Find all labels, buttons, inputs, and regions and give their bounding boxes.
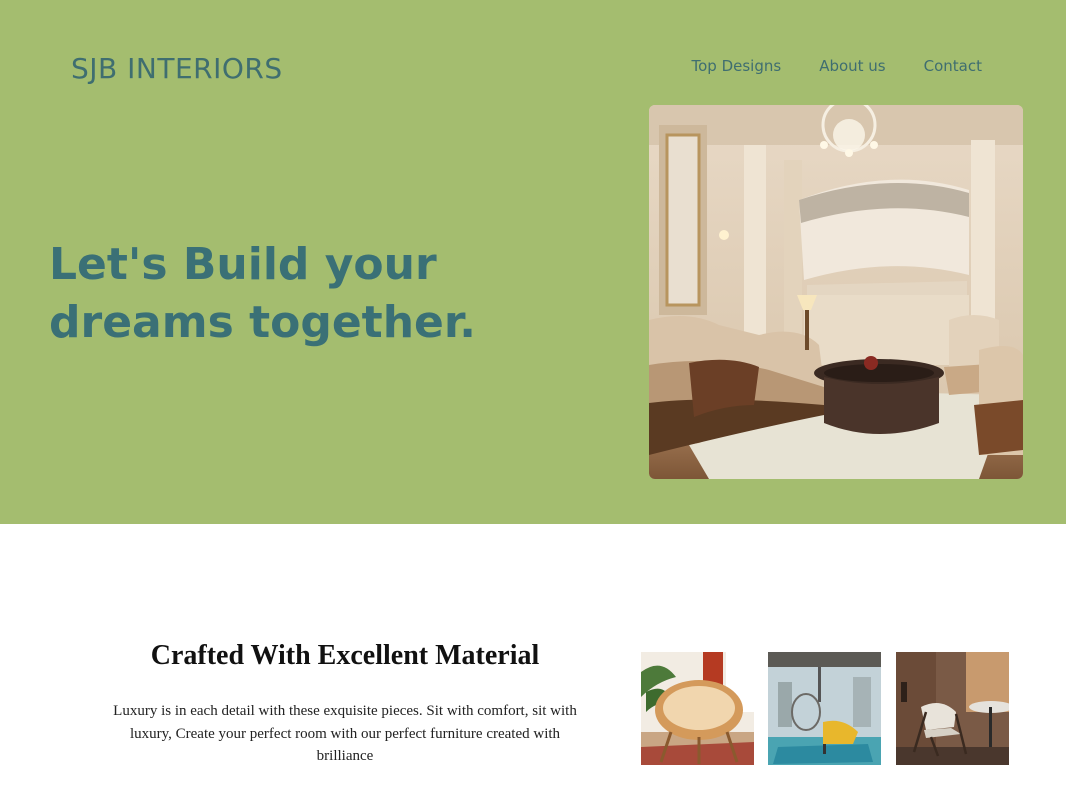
section-title: Crafted With Excellent Material [150,640,540,671]
thumbnail-hanging-chair-image [768,652,881,765]
nav-link-top-designs[interactable]: Top Designs [692,57,782,75]
thumbnail-lounge-chair-image [896,652,1009,765]
nav-link-about-us[interactable]: About us [819,57,885,75]
nav-link-contact[interactable]: Contact [924,57,982,75]
hero-headline-line1: Let's Build your [49,239,437,290]
hero-living-room-image [649,105,1023,479]
hero-headline-line2: dreams together. [49,297,477,348]
thumbnail-papasan-chair-image [641,652,754,765]
hero-section: SJB INTERIORS Top Designs About us Conta… [0,0,1066,524]
hero-headline: Let's Build your dreams together. [49,236,529,352]
section-description: Luxury is in each detail with these exqu… [113,703,577,764]
main-nav: Top Designs About us Contact [692,57,983,75]
brand-logo[interactable]: SJB INTERIORS [71,52,283,85]
